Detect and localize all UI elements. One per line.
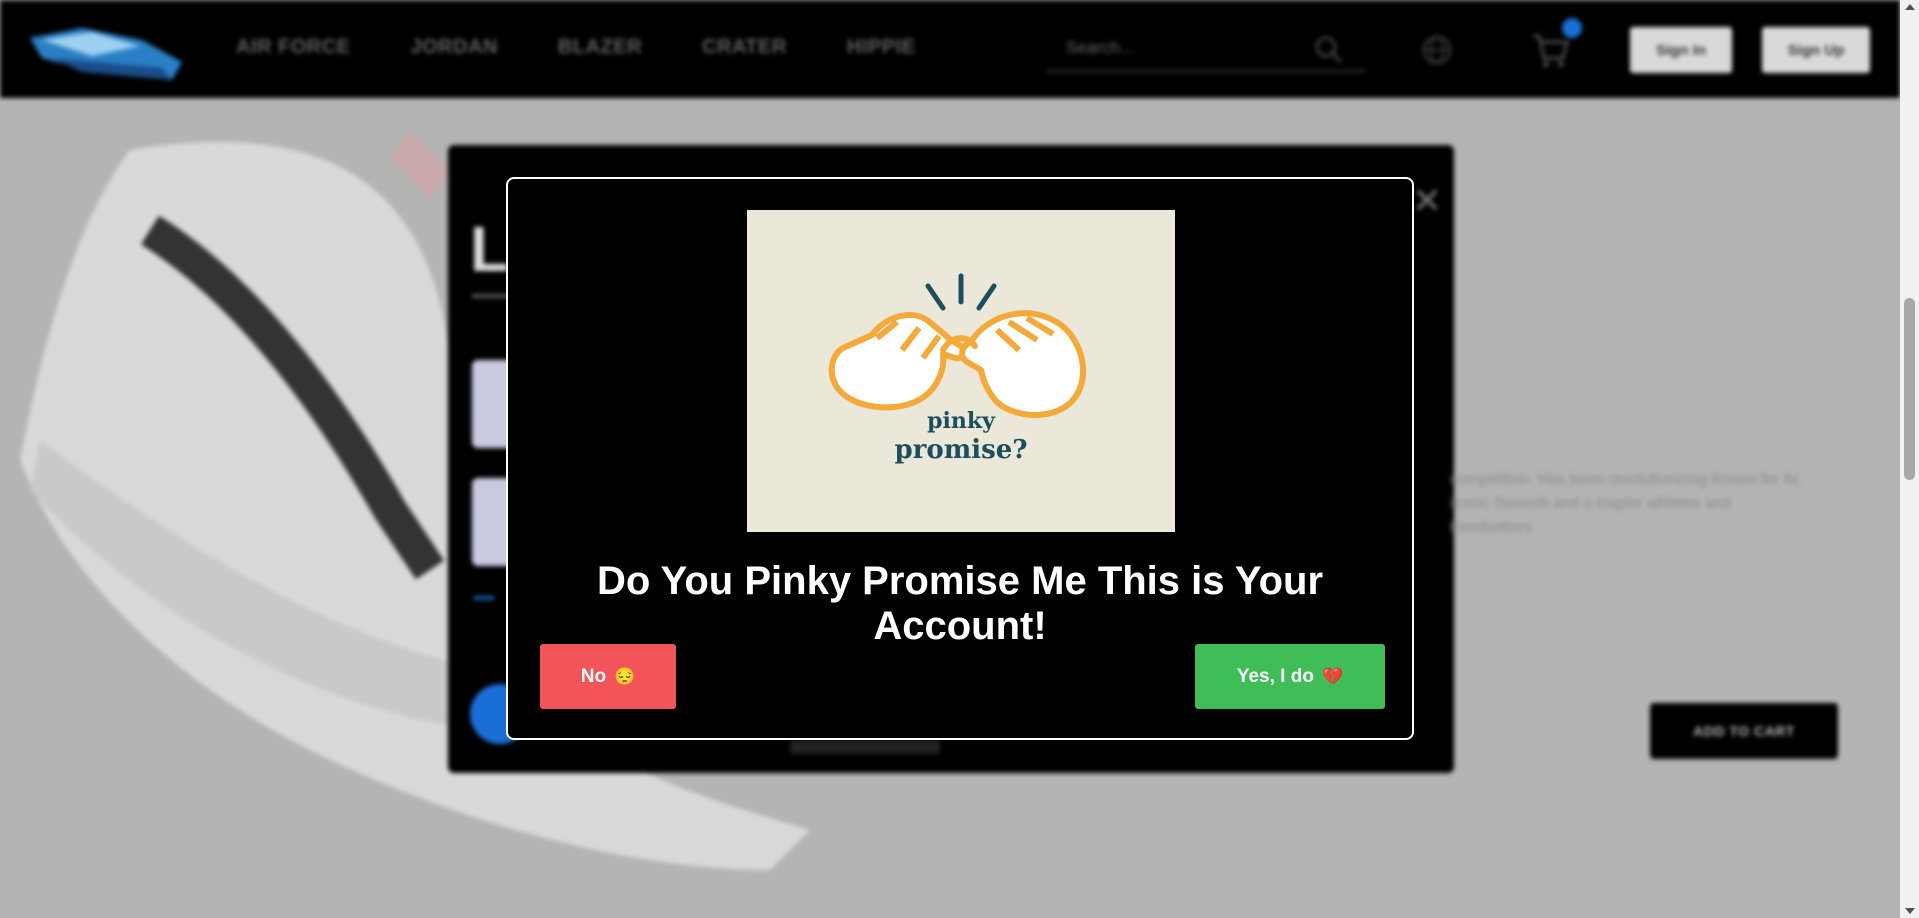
product-link[interactable] <box>474 596 494 600</box>
pinky-promise-modal: pinky promise? Do You Pinky Promise Me T… <box>506 177 1414 740</box>
nav-link-air-force[interactable]: AIR FORCE <box>236 36 351 59</box>
image-text-line2: promise? <box>894 435 1027 465</box>
scroll-down-arrow-icon[interactable] <box>1905 908 1915 914</box>
sign-in-button[interactable]: Sign In <box>1630 27 1732 73</box>
nav-link-crater[interactable]: CRATER <box>702 36 787 59</box>
cart-icon[interactable] <box>1530 30 1570 70</box>
globe-icon[interactable] <box>1420 33 1454 67</box>
search-icon[interactable] <box>1314 35 1344 65</box>
burst-lines-icon <box>925 273 997 311</box>
scroll-up-arrow-icon[interactable] <box>1905 4 1915 10</box>
image-text-line1: pinky <box>927 408 996 434</box>
search-input[interactable] <box>1046 30 1328 66</box>
no-button-label: No <box>580 665 607 687</box>
nav-link-hippie[interactable]: HIPPIE <box>847 36 916 59</box>
quantity-control[interactable] <box>790 740 940 754</box>
nav-link-blazer[interactable]: BLAZER <box>558 36 642 59</box>
search-bar <box>1046 30 1366 72</box>
pinky-promise-image: pinky promise? <box>747 210 1175 532</box>
yes-button[interactable]: Yes, I do 💔 <box>1195 644 1385 709</box>
broken-heart-icon: 💔 <box>1321 666 1344 686</box>
product-description: competition. Has been revolutionizing kn… <box>1450 471 1799 536</box>
product-title: L <box>470 213 510 285</box>
no-button[interactable]: No 😔 <box>540 644 676 709</box>
sad-face-icon: 😔 <box>614 666 636 686</box>
right-hand-icon <box>959 310 1087 418</box>
modal-title: Do You Pinky Promise Me This is Your Acc… <box>596 559 1324 648</box>
nav-link-jordan[interactable]: JORDAN <box>411 36 498 59</box>
page-scrollbar[interactable] <box>1900 0 1919 918</box>
sign-up-button[interactable]: Sign Up <box>1762 27 1870 73</box>
panel-close-icon[interactable]: ✕ <box>1412 180 1442 222</box>
navbar: AIR FORCE JORDAN BLAZER CRATER HIPPIE Si… <box>0 0 1900 98</box>
scroll-thumb[interactable] <box>1904 298 1915 480</box>
left-hand-icon <box>828 312 967 411</box>
yes-button-label: Yes, I do <box>1236 665 1314 687</box>
add-to-cart-button[interactable]: ADD TO CART <box>1650 703 1838 759</box>
brand-logo[interactable] <box>22 10 192 92</box>
nav-links: AIR FORCE JORDAN BLAZER CRATER HIPPIE <box>236 36 976 59</box>
cart-count-badge <box>1562 18 1582 38</box>
